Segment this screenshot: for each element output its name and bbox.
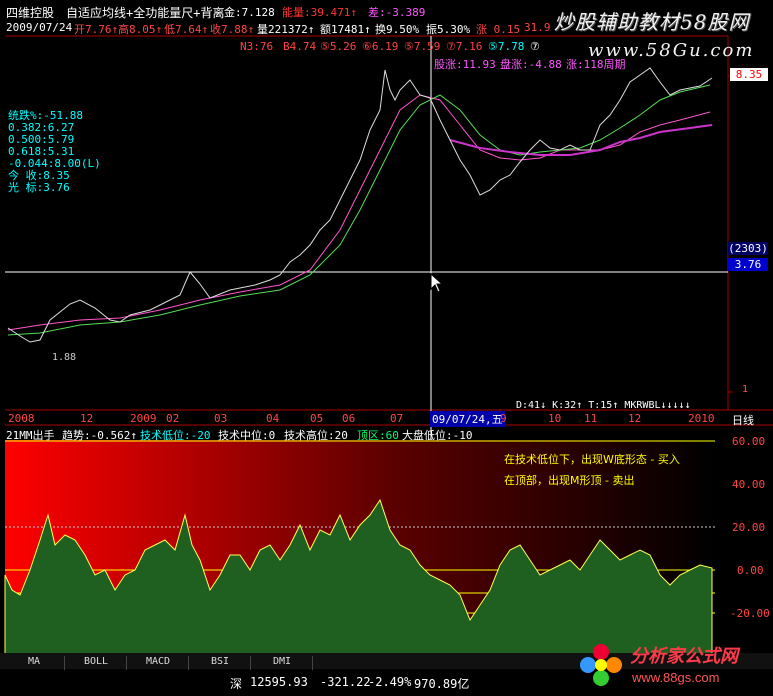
time-05: 05: [310, 412, 324, 425]
diff-value: 差:-3.389: [368, 6, 426, 19]
status-value: 12595.93: [250, 675, 308, 689]
time-04: 04: [266, 412, 280, 425]
row2-amplitude: 振5.30%: [426, 23, 471, 36]
low-mark: 1.88: [52, 352, 77, 363]
row2-volume: 量221372↑: [257, 23, 315, 36]
watermark-top-url: www.58Gu.com: [588, 40, 755, 61]
time-03: 03: [214, 412, 228, 425]
status-amount: 970.89亿: [414, 677, 470, 691]
row3-c6: ⑥6.19: [362, 40, 399, 53]
energy-value: 能量:39.471↑: [282, 6, 357, 19]
watermark-bottom-url: www.88gs.com: [632, 670, 720, 685]
sub-axis-40: 40.00: [732, 478, 766, 491]
time-2010: 2010: [688, 412, 715, 425]
row2-close: 收7.88↑: [210, 23, 255, 36]
tab-boll[interactable]: BOLL: [66, 656, 127, 670]
sub-name: 21MM出手: [6, 429, 55, 442]
row2-low: 低7.64↑: [164, 23, 209, 36]
note-m-top: 在顶部，出现M形顶 - 卖出: [504, 474, 635, 487]
price-line: [7, 67, 713, 343]
row2-date: 2009/07/24: [6, 21, 73, 34]
tab-ma[interactable]: MA: [4, 656, 65, 670]
row3-c7a: ⑤7.59: [404, 40, 441, 53]
watermark-bottom-title: 分析家公式网: [630, 646, 738, 667]
status-change: -321.22: [320, 675, 371, 689]
current-price-badge: 8.35: [730, 68, 768, 81]
note-w-bottom: 在技术低位下，出现W底形态 - 买入: [504, 453, 680, 466]
time-12b: 12: [628, 412, 642, 425]
row2-high: 高8.05↑: [118, 23, 163, 36]
sub-mid: 技术中位:0: [218, 429, 276, 442]
cursor-code-badge: (2303): [728, 242, 768, 255]
time-2009: 2009: [130, 412, 157, 425]
row2-turnover: 换9.50%: [375, 23, 420, 36]
status-index: 深: [230, 677, 243, 691]
tab-bsi[interactable]: BSI: [190, 656, 251, 670]
fib-line-6: 光 标:3.76: [8, 181, 70, 194]
row2-change: 涨 0.15: [476, 23, 521, 36]
gold-value: 金:7.128: [224, 6, 275, 19]
sub-market: 大盘低位:-10: [402, 429, 473, 442]
row3-c5: ⑤5.26: [320, 40, 357, 53]
watermark-top-title: 炒股辅助教材58股网: [554, 10, 750, 34]
ma-green: [7, 84, 711, 336]
flower-logo-icon: [580, 644, 622, 686]
row2-amount: 额17481↑: [320, 23, 371, 36]
row3-b4: B4.74: [283, 40, 317, 53]
stock-name: 四维控股: [6, 6, 55, 20]
fib-panel: 统跌%:-51.88 0.382:6.27 0.500:5.79 0.618:5…: [8, 110, 101, 194]
time-06: 06: [342, 412, 356, 425]
axis-one: 1: [742, 384, 749, 395]
tab-dmi[interactable]: DMI: [252, 656, 313, 670]
sub-trend: 趋势:-0.562↑: [62, 429, 137, 442]
row3-c9: ⑦: [530, 40, 540, 53]
watermark-bottom: 分析家公式网 www.88gs.com: [576, 640, 773, 696]
time-09: 9: [500, 412, 507, 425]
time-02: 02: [166, 412, 180, 425]
sub-top: 顶区:60: [357, 429, 399, 442]
sub-low: 技术低位:-20: [140, 429, 211, 442]
main-chart[interactable]: [0, 0, 773, 696]
sub-axis-neg20: -20.00: [730, 607, 770, 620]
dkt-indicators: D:41↓ K:32↑ T:15↑ MKRWBL↓↓↓↓↓: [516, 400, 691, 411]
indicator-name: 自适应均线+全功能量尺+背离: [66, 6, 225, 20]
cursor-price-badge: 3.76: [728, 258, 768, 271]
row3-c8: ⑤7.78: [488, 40, 525, 53]
row3-c7b: ⑦7.16: [446, 40, 483, 53]
row2-open: 开7.76↑: [74, 23, 119, 36]
watermark-top: 炒股辅助教材58股网 www.58Gu.com: [544, 4, 773, 66]
time-12a: 12: [80, 412, 94, 425]
time-cursor-date: 09/07/24,五: [430, 411, 505, 427]
mouse-cursor-icon: [430, 273, 444, 293]
tab-macd[interactable]: MACD: [128, 656, 189, 670]
time-10: 10: [548, 412, 562, 425]
status-pct: -2.49%: [368, 675, 412, 689]
period-daily[interactable]: 日线: [732, 412, 754, 428]
time-2008: 2008: [8, 412, 35, 425]
sub-axis-60: 60.00: [732, 435, 766, 448]
sub-axis-20: 20.00: [732, 521, 766, 534]
time-07: 07: [390, 412, 404, 425]
row4-stock-up: 股涨:11.93: [434, 58, 496, 71]
row3-n3: N3:76: [240, 40, 274, 53]
sub-axis-0: 0.00: [737, 564, 764, 577]
time-11: 11: [584, 412, 598, 425]
sub-high: 技术高位:20: [284, 429, 348, 442]
